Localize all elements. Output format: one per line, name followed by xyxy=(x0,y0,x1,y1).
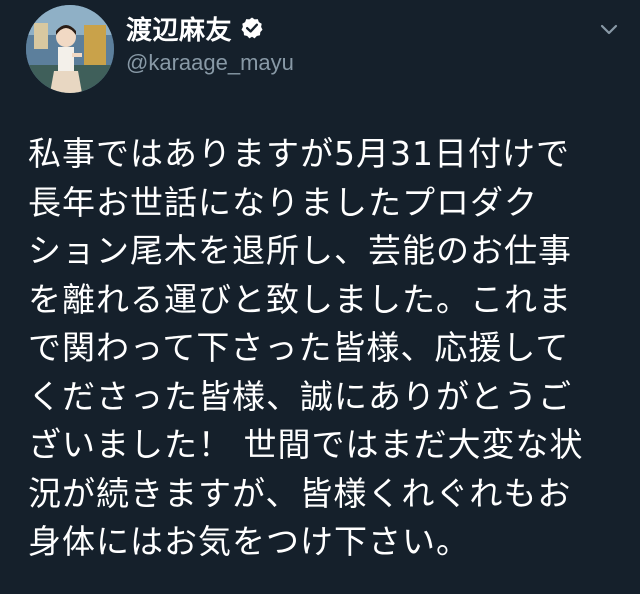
user-handle[interactable]: @karaage_mayu xyxy=(126,50,294,76)
chevron-down-icon[interactable] xyxy=(598,22,620,38)
tweet-header: 渡辺麻友 @karaage_mayu xyxy=(126,10,294,76)
profile-photo-icon xyxy=(26,5,114,93)
tweet-card: 渡辺麻友 @karaage_mayu 私事ではありますが5月31日付けで 長年お… xyxy=(0,0,640,594)
avatar[interactable] xyxy=(26,5,114,93)
display-name[interactable]: 渡辺麻友 xyxy=(126,10,232,47)
name-row: 渡辺麻友 xyxy=(126,10,294,46)
verified-badge-icon xyxy=(240,16,264,40)
tweet-text: 私事ではありますが5月31日付けで 長年お世話になりましたプロダク ション尾木を… xyxy=(28,134,584,561)
